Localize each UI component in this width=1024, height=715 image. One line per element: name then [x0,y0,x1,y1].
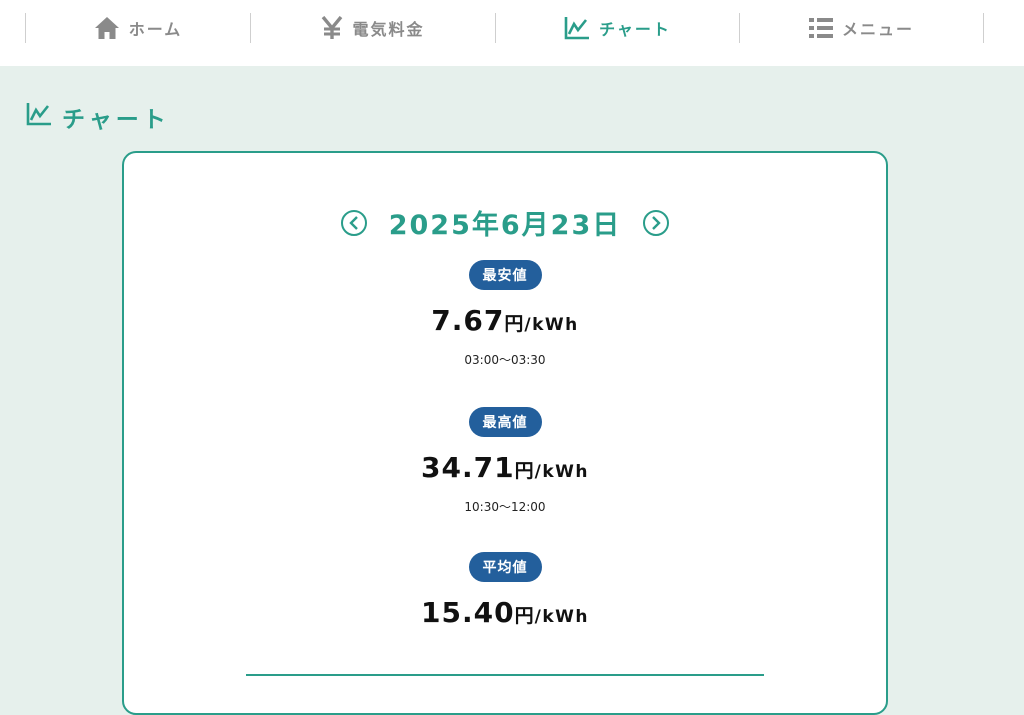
nav-label: 電気料金 [352,20,425,39]
stat-value: 7.67円/kWh [124,304,886,337]
price-unit: 円 [514,605,535,627]
price-per-unit: /kWh [534,462,589,482]
price-per-unit: /kWh [524,315,579,335]
top-nav: ホーム 電気料金 チャート メニュー [0,0,1024,66]
stat-value: 15.40円/kWh [124,596,886,629]
stat-value: 34.71円/kWh [124,451,886,484]
price-number: 34.71 [421,451,515,484]
stat-highest: 最高値 34.71円/kWh 10:30〜12:00 [124,407,886,515]
price-summary-card: 2025年6月23日 最安値 7.67円/kWh 03:00〜03:30 最高値… [122,151,888,715]
current-date: 2025年6月23日 [388,210,622,241]
nav-separator [983,13,984,43]
price-number: 15.40 [421,596,515,629]
chevron-left-icon [349,215,358,230]
list-icon [808,17,833,39]
price-unit: 円 [514,460,535,482]
page-title-text: チャート [62,107,170,133]
stat-time-range: 10:30〜12:00 [464,500,546,514]
chart-icon [564,16,590,40]
section-divider [246,674,764,676]
price-unit: 円 [504,313,525,335]
stat-badge: 最高値 [468,407,542,437]
prev-day-button[interactable] [340,209,367,236]
stat-time-range: 03:00〜03:30 [464,353,546,367]
stat-average: 平均値 15.40円/kWh [124,552,886,629]
nav-item-home[interactable]: ホーム [26,0,250,56]
nav-item-menu[interactable]: メニュー [740,0,983,56]
home-icon [94,16,120,40]
nav-item-electricity-rate[interactable]: 電気料金 [251,0,495,56]
stat-lowest: 最安値 7.67円/kWh 03:00〜03:30 [124,260,886,368]
nav-item-chart[interactable]: チャート [496,0,739,56]
date-navigator: 2025年6月23日 [124,203,886,242]
chevron-right-icon [652,215,661,230]
page-title: チャート [26,100,170,134]
stat-badge: 平均値 [468,552,542,582]
stat-badge: 最安値 [468,260,542,290]
yen-icon [321,16,343,40]
nav-label: ホーム [128,20,183,39]
next-day-button[interactable] [643,209,670,236]
price-number: 7.67 [431,304,505,337]
chart-icon [26,102,52,132]
nav-label: メニュー [841,20,914,39]
price-per-unit: /kWh [534,607,589,627]
nav-label: チャート [599,20,671,39]
